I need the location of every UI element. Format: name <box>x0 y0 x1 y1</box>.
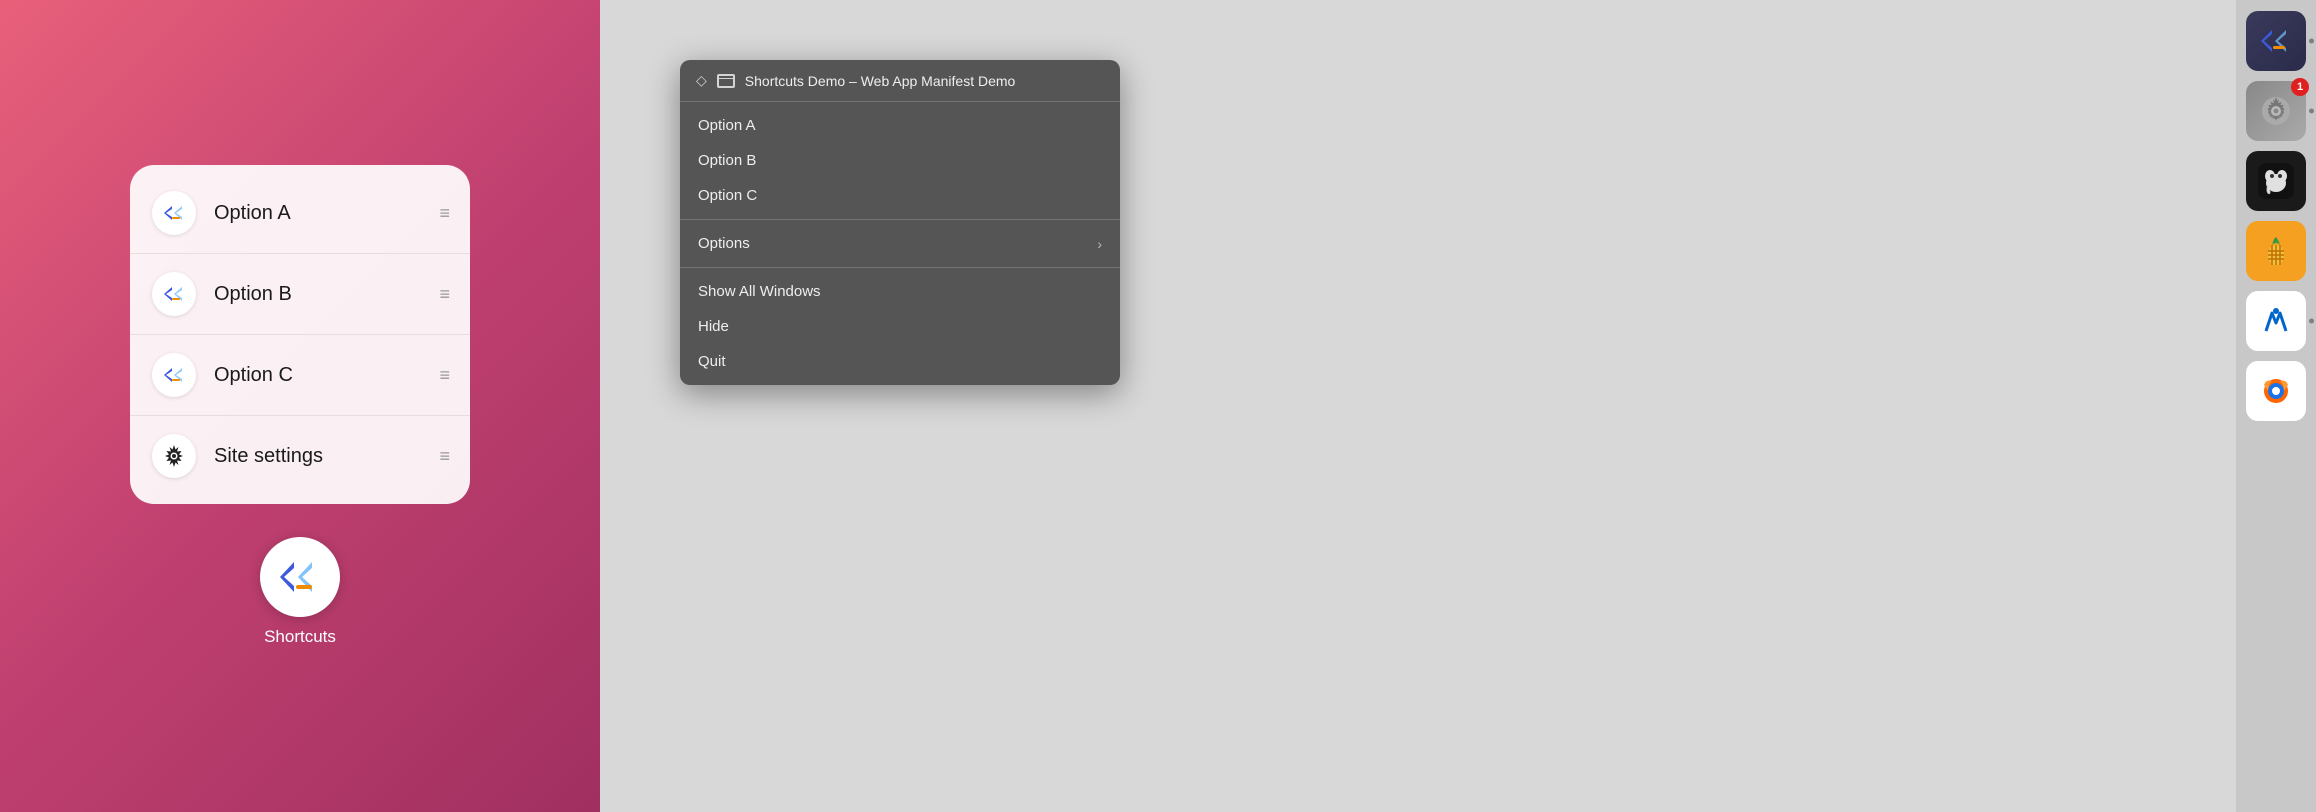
left-panel: Option A ≡ Option B ≡ Op <box>0 0 600 812</box>
context-menu-option-b[interactable]: Option B <box>680 143 1120 178</box>
terminal-icon-option-b <box>152 272 196 316</box>
settings-active-dot <box>2309 109 2314 114</box>
terminal-active-dot <box>2309 39 2314 44</box>
hide-label: Hide <box>698 318 729 335</box>
dock-item-settings[interactable]: 1 <box>2246 81 2306 141</box>
context-menu-option-a[interactable]: Option A <box>680 108 1120 143</box>
context-menu-option-c[interactable]: Option C <box>680 178 1120 213</box>
drag-handle-site-settings: ≡ <box>439 446 448 467</box>
context-option-c-label: Option C <box>698 187 757 204</box>
drag-handle-option-a: ≡ <box>439 203 448 224</box>
context-menu-section-2: Options › <box>680 220 1120 267</box>
dock-item-elephant[interactable] <box>2246 151 2306 211</box>
dock-item-firefox[interactable] <box>2246 361 2306 421</box>
dock-item-pineapple[interactable] <box>2246 221 2306 281</box>
menu-item-option-b[interactable]: Option B ≡ <box>130 254 470 335</box>
quit-label: Quit <box>698 353 726 370</box>
context-menu: ◇ Shortcuts Demo – Web App Manifest Demo… <box>680 60 1120 385</box>
terminal-icon-option-a <box>152 191 196 235</box>
terminal-icon-option-c <box>152 353 196 397</box>
context-menu-options-submenu[interactable]: Options › <box>680 226 1120 261</box>
settings-badge: 1 <box>2291 78 2309 96</box>
context-menu-quit[interactable]: Quit <box>680 344 1120 379</box>
window-icon <box>717 74 735 88</box>
dock-item-terminal[interactable] <box>2246 11 2306 71</box>
context-menu-header: ◇ Shortcuts Demo – Web App Manifest Demo <box>680 60 1120 102</box>
context-menu-show-all-windows[interactable]: Show All Windows <box>680 274 1120 309</box>
shortcuts-app-icon <box>260 537 340 617</box>
options-label: Options <box>698 235 750 252</box>
context-menu-hide[interactable]: Hide <box>680 309 1120 344</box>
android-active-dot <box>2309 319 2314 324</box>
dock-item-blue-android[interactable] <box>2246 291 2306 351</box>
context-option-b-label: Option B <box>698 152 756 169</box>
context-option-a-label: Option A <box>698 117 756 134</box>
drag-handle-option-b: ≡ <box>439 284 448 305</box>
diamond-icon: ◇ <box>696 72 707 89</box>
menu-item-option-a[interactable]: Option A ≡ <box>130 173 470 254</box>
show-all-windows-label: Show All Windows <box>698 283 821 300</box>
context-menu-section-1: Option A Option B Option C <box>680 102 1120 219</box>
app-card-list: Option A ≡ Option B ≡ Op <box>130 165 470 504</box>
context-menu-section-3: Show All Windows Hide Quit <box>680 268 1120 385</box>
menu-item-option-c[interactable]: Option C ≡ <box>130 335 470 416</box>
drag-handle-option-c: ≡ <box>439 365 448 386</box>
center-panel: ◇ Shortcuts Demo – Web App Manifest Demo… <box>600 0 2236 812</box>
option-a-label: Option A <box>214 202 421 225</box>
option-b-label: Option B <box>214 283 421 306</box>
app-icon-container: Shortcuts <box>260 537 340 647</box>
context-menu-title: Shortcuts Demo – Web App Manifest Demo <box>745 73 1016 89</box>
app-icon-label: Shortcuts <box>264 627 336 647</box>
site-settings-label: Site settings <box>214 445 421 468</box>
gear-icon-site-settings <box>152 434 196 478</box>
menu-item-site-settings[interactable]: Site settings ≡ <box>130 416 470 496</box>
option-c-label: Option C <box>214 364 421 387</box>
submenu-chevron-icon: › <box>1097 236 1102 252</box>
right-dock: 1 <box>2236 0 2316 812</box>
